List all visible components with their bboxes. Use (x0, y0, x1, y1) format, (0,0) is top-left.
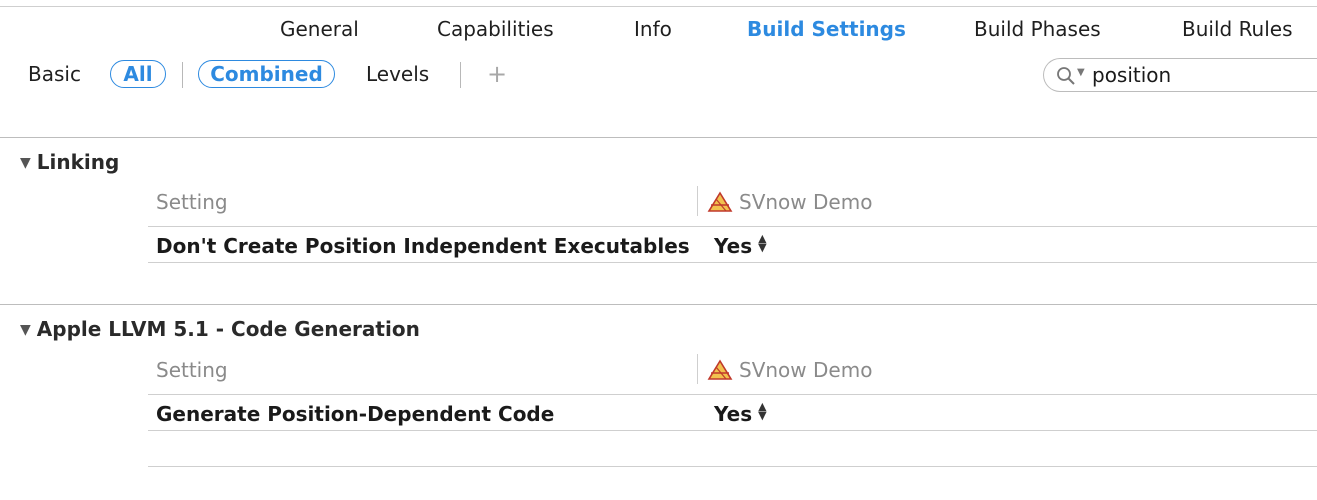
filter-combined-button[interactable]: Combined (198, 60, 335, 88)
section-title: Linking (36, 150, 120, 174)
target-name: SVnow Demo (739, 190, 873, 214)
tab-build-settings[interactable]: Build Settings (747, 17, 906, 41)
row-divider (148, 262, 1317, 263)
filter-levels-button[interactable]: Levels (366, 60, 429, 88)
top-divider (0, 6, 1317, 7)
setting-column-header: Setting (156, 190, 228, 214)
setting-value: Yes (714, 402, 753, 426)
section-header-code-generation[interactable]: ▼ Apple LLVM 5.1 - Code Generation (20, 317, 420, 341)
app-target-icon (707, 191, 733, 212)
search-options-chevron-icon[interactable]: ▼ (1077, 67, 1085, 78)
disclosure-triangle-icon[interactable]: ▼ (20, 322, 31, 338)
tab-build-phases[interactable]: Build Phases (974, 17, 1101, 41)
up-down-chevron-icon[interactable]: ▲ ▼ (758, 401, 766, 421)
column-divider (697, 354, 698, 384)
disclosure-triangle-icon[interactable]: ▼ (20, 155, 31, 171)
setting-column-header: Setting (156, 358, 228, 382)
setting-name-position-dependent[interactable]: Generate Position-Dependent Code (156, 402, 554, 426)
filter-separator (460, 62, 461, 88)
target-column-header[interactable]: SVnow Demo (697, 186, 873, 216)
row-divider (148, 430, 1317, 431)
section-divider (0, 304, 1317, 305)
search-input[interactable] (1092, 63, 1317, 87)
filter-basic-button[interactable]: Basic (28, 60, 81, 88)
up-down-chevron-icon[interactable]: ▲ ▼ (758, 233, 766, 253)
tab-build-rules[interactable]: Build Rules (1182, 17, 1293, 41)
setting-value-popup[interactable]: Yes ▲ ▼ (714, 233, 767, 258)
tab-general[interactable]: General (280, 17, 359, 41)
filter-separator (182, 62, 183, 88)
filter-divider (0, 137, 1317, 138)
filter-all-button[interactable]: All (110, 60, 166, 88)
setting-value: Yes (714, 234, 753, 258)
row-divider (148, 226, 1317, 227)
editor-tabs: General Capabilities Info Build Settings… (0, 17, 1317, 45)
search-field[interactable]: ▼ (1043, 58, 1317, 92)
app-target-icon (707, 359, 733, 380)
column-divider (697, 186, 698, 216)
section-title: Apple LLVM 5.1 - Code Generation (36, 317, 420, 341)
tab-capabilities[interactable]: Capabilities (437, 17, 554, 41)
row-divider (148, 466, 1317, 467)
row-divider (148, 394, 1317, 395)
target-column-header[interactable]: SVnow Demo (697, 354, 873, 384)
setting-value-popup[interactable]: Yes ▲ ▼ (714, 401, 767, 426)
tab-info[interactable]: Info (634, 17, 672, 41)
add-setting-button[interactable]: + (487, 60, 507, 88)
setting-name-pie[interactable]: Don't Create Position Independent Execut… (156, 234, 690, 258)
magnifier-icon (1057, 67, 1075, 85)
target-name: SVnow Demo (739, 358, 873, 382)
section-header-linking[interactable]: ▼ Linking (20, 150, 119, 174)
